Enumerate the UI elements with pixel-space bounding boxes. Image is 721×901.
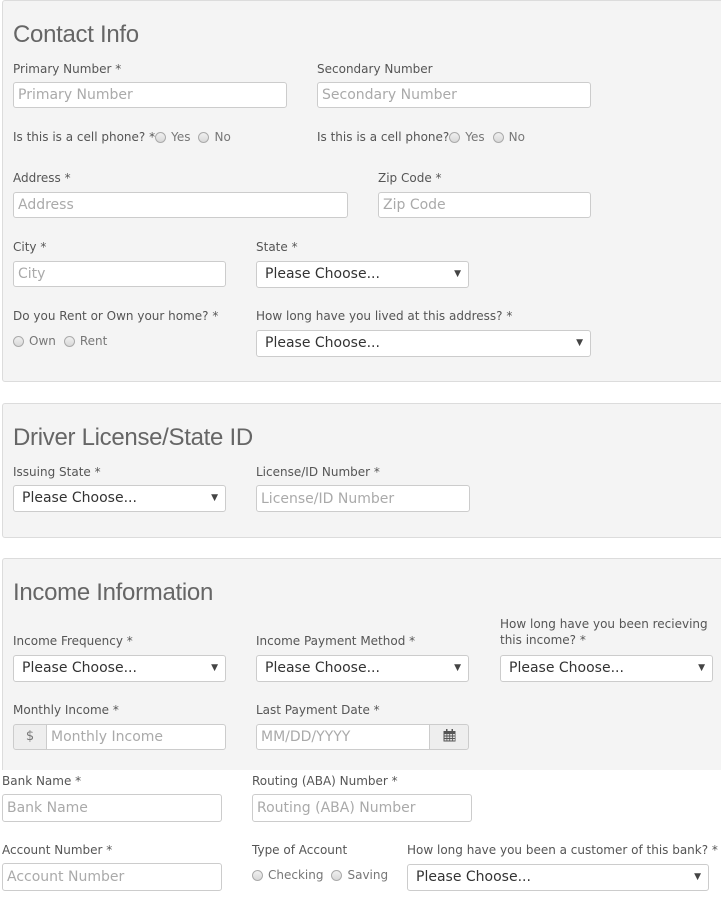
customer-duration-label: How long have you been a customer of thi… <box>407 843 718 857</box>
secondary-cell-label: Is this is a cell phone? <box>317 130 450 144</box>
chevron-down-icon: ▼ <box>454 269 461 279</box>
last-payment-date-group <box>256 724 469 750</box>
license-number-label: License/ID Number * <box>256 465 380 479</box>
rent-own-options: Own Rent <box>13 333 115 349</box>
radio-icon[interactable] <box>492 132 504 143</box>
saving-option[interactable]: Saving <box>331 868 388 882</box>
radio-icon[interactable] <box>449 132 461 143</box>
bank-name-label: Bank Name * <box>2 774 82 788</box>
secondary-cell-no[interactable]: No <box>492 130 525 144</box>
contact-info-panel: Contact Info Primary Number * Secondary … <box>2 0 721 382</box>
account-type-options: Checking Saving <box>252 867 396 883</box>
income-duration-select[interactable]: Please Choose... ▼ <box>500 655 713 682</box>
secondary-number-input[interactable] <box>317 82 591 108</box>
routing-number-label: Routing (ABA) Number * <box>252 774 398 788</box>
radio-icon[interactable] <box>252 870 263 881</box>
calendar-icon <box>443 729 455 742</box>
secondary-cell-yes[interactable]: Yes <box>449 130 485 144</box>
time-at-address-select[interactable]: Please Choose... ▼ <box>256 330 591 357</box>
own-option[interactable]: Own <box>13 334 56 348</box>
primary-number-label: Primary Number * <box>13 62 122 76</box>
income-info-title: Income Information <box>13 579 214 606</box>
last-payment-date-label: Last Payment Date * <box>256 703 380 717</box>
radio-icon[interactable] <box>198 132 210 143</box>
radio-icon[interactable] <box>331 870 343 881</box>
primary-cell-yes[interactable]: Yes <box>155 130 190 144</box>
customer-duration-select[interactable]: Please Choose... ▼ <box>407 864 709 891</box>
zip-code-input[interactable] <box>378 192 591 218</box>
chevron-down-icon: ▼ <box>211 493 218 503</box>
primary-cell-question: Is this is a cell phone? * Yes No <box>13 129 239 145</box>
contact-info-title: Contact Info <box>13 21 139 48</box>
bank-name-input[interactable] <box>2 794 222 822</box>
rent-own-label: Do you Rent or Own your home? * <box>13 309 219 323</box>
chevron-down-icon: ▼ <box>698 663 705 673</box>
monthly-income-label: Monthly Income * <box>13 703 119 717</box>
address-label: Address * <box>13 171 71 185</box>
radio-icon[interactable] <box>63 336 75 347</box>
time-at-address-label: How long have you lived at this address?… <box>256 309 513 323</box>
income-info-panel: Income Information Income Frequency * Pl… <box>2 558 721 770</box>
income-frequency-label: Income Frequency * <box>13 634 133 648</box>
chevron-down-icon: ▼ <box>694 872 701 882</box>
account-number-label: Account Number * <box>2 843 113 857</box>
primary-cell-label: Is this is a cell phone? * <box>13 130 156 144</box>
income-frequency-select[interactable]: Please Choose... ▼ <box>13 655 226 682</box>
payment-method-label: Income Payment Method * <box>256 634 416 648</box>
radio-icon[interactable] <box>13 336 24 347</box>
address-input[interactable] <box>13 192 348 218</box>
driver-license-panel: Driver License/State ID Issuing State * … <box>2 403 721 538</box>
issuing-state-label: Issuing State * <box>13 465 101 479</box>
city-label: City * <box>13 240 47 254</box>
dollar-prefix: $ <box>13 724 47 750</box>
chevron-down-icon: ▼ <box>454 663 461 673</box>
account-number-input[interactable] <box>2 863 222 891</box>
issuing-state-select[interactable]: Please Choose... ▼ <box>13 485 226 512</box>
monthly-income-group: $ <box>13 724 226 750</box>
routing-number-input[interactable] <box>252 794 472 822</box>
secondary-cell-question: Is this is a cell phone? Yes No <box>317 129 533 145</box>
monthly-income-input[interactable] <box>46 724 226 750</box>
zip-code-label: Zip Code * <box>378 171 442 185</box>
account-type-label: Type of Account <box>252 843 348 857</box>
license-number-input[interactable] <box>256 485 470 512</box>
checking-option[interactable]: Checking <box>252 868 323 882</box>
chevron-down-icon: ▼ <box>576 338 583 348</box>
primary-cell-no[interactable]: No <box>198 130 231 144</box>
rent-option[interactable]: Rent <box>63 334 107 348</box>
calendar-button[interactable] <box>429 724 469 750</box>
state-select[interactable]: Please Choose... ▼ <box>256 261 469 288</box>
bank-info-section: Bank Name * Routing (ABA) Number * Accou… <box>0 765 721 901</box>
last-payment-date-input[interactable] <box>256 724 430 750</box>
secondary-number-label: Secondary Number <box>317 62 433 76</box>
state-label: State * <box>256 240 298 254</box>
driver-license-title: Driver License/State ID <box>13 424 253 451</box>
income-duration-label: How long have you been recieving this in… <box>500 617 708 647</box>
chevron-down-icon: ▼ <box>211 663 218 673</box>
primary-number-input[interactable] <box>13 82 287 108</box>
city-input[interactable] <box>13 261 226 287</box>
radio-icon[interactable] <box>155 132 167 143</box>
payment-method-select[interactable]: Please Choose... ▼ <box>256 655 469 682</box>
